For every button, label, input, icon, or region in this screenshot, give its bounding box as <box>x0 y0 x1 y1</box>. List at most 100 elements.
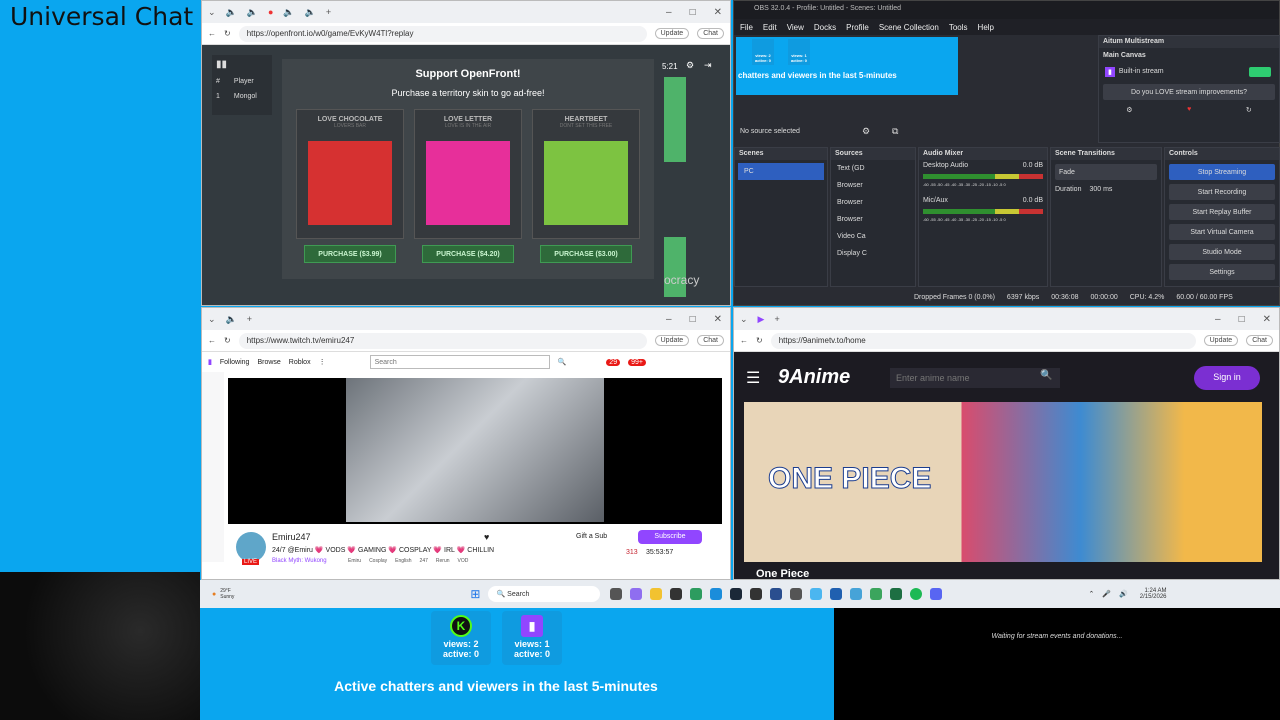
twitch-search-input[interactable] <box>369 355 550 369</box>
minimize-icon[interactable]: – <box>666 314 672 325</box>
source-item[interactable]: Browser <box>831 211 915 228</box>
studio-mode-button[interactable]: Studio Mode <box>1169 244 1275 260</box>
update-button[interactable]: Update <box>654 28 690 39</box>
exit-icon[interactable]: ⇥ <box>704 60 712 71</box>
volume-icon[interactable]: 🔊 <box>1119 590 1128 598</box>
gift-sub-button[interactable]: Gift a Sub <box>576 533 607 540</box>
app-icon[interactable] <box>850 588 863 600</box>
search-icon[interactable]: 🔍 <box>558 358 567 366</box>
reload-icon[interactable]: ↻ <box>224 29 231 38</box>
audio-tab-icon[interactable]: 🔈 <box>247 7 258 18</box>
close-icon[interactable]: ✕ <box>1263 314 1271 325</box>
source-filters-icon[interactable]: ⧉ <box>892 126 898 137</box>
menu-edit[interactable]: Edit <box>763 23 777 32</box>
source-item[interactable]: Display C <box>831 245 915 262</box>
refresh-icon[interactable]: ↻ <box>1246 106 1252 114</box>
settings-icon[interactable]: ⚙ <box>686 60 694 71</box>
chat-button[interactable]: Chat <box>697 28 724 39</box>
hamburger-menu-icon[interactable]: ☰ <box>746 368 760 388</box>
audio-tab-icon[interactable]: 🔈 <box>283 7 294 18</box>
edge-icon[interactable] <box>710 588 723 600</box>
sign-in-button[interactable]: Sign in <box>1194 366 1260 390</box>
maximize-icon[interactable]: □ <box>690 7 696 18</box>
twitch-logo-icon[interactable]: ▮ <box>208 358 212 366</box>
update-button[interactable]: Update <box>1203 335 1239 346</box>
tag[interactable]: Rerun <box>436 558 450 564</box>
search-icon[interactable]: 🔍 <box>1040 370 1052 381</box>
clock-date[interactable]: 2/15/2026 <box>1140 594 1167 600</box>
settings-icon[interactable]: ⚙ <box>1126 106 1132 114</box>
source-item[interactable]: Browser <box>831 177 915 194</box>
virtual-camera-button[interactable]: Start Virtual Camera <box>1169 224 1275 240</box>
hero-banner[interactable]: ONE PIECE <box>744 402 1262 562</box>
back-icon[interactable]: ← <box>740 336 748 345</box>
tray-chevron-icon[interactable]: ⌃ <box>1088 590 1094 598</box>
new-tab-button[interactable]: + <box>326 7 331 17</box>
tag[interactable]: VOD <box>458 558 469 564</box>
app-icon[interactable] <box>690 588 703 600</box>
tag[interactable]: 247 <box>420 558 428 564</box>
app-icon[interactable] <box>810 588 823 600</box>
transition-select[interactable]: Fade <box>1055 164 1157 180</box>
app-icon[interactable] <box>790 588 803 600</box>
reload-icon[interactable]: ↻ <box>224 336 231 345</box>
notification-badge[interactable]: 29 <box>606 358 621 366</box>
source-item[interactable]: Browser <box>831 194 915 211</box>
menu-profile[interactable]: Profile <box>846 23 869 32</box>
source-item[interactable]: Video Ca <box>831 228 915 245</box>
purchase-button[interactable]: PURCHASE ($4.20) <box>422 245 514 263</box>
more-icon[interactable]: ⋮ <box>319 358 326 366</box>
tab-menu-icon[interactable]: ⌄ <box>208 7 216 18</box>
stop-streaming-button[interactable]: Stop Streaming <box>1169 164 1275 180</box>
stream-toggle[interactable] <box>1249 66 1271 77</box>
audio-tab-icon[interactable]: 🔈 <box>305 7 316 18</box>
reload-icon[interactable]: ↻ <box>756 336 763 345</box>
start-icon[interactable]: ⊞ <box>470 587 480 601</box>
duration-field[interactable]: 300 ms <box>1089 186 1112 193</box>
video-player[interactable] <box>228 378 722 524</box>
spotify-icon[interactable] <box>910 588 923 600</box>
replay-buffer-button[interactable]: Start Replay Buffer <box>1169 204 1275 220</box>
url-field[interactable]: https://9animetv.to/home <box>770 332 1196 349</box>
back-icon[interactable]: ← <box>208 336 216 345</box>
maximize-icon[interactable]: □ <box>690 314 696 325</box>
tag[interactable]: Emiru <box>348 558 361 564</box>
maximize-icon[interactable]: □ <box>1239 314 1245 325</box>
site-logo[interactable]: 9Anime <box>778 366 850 389</box>
steam-icon[interactable] <box>730 588 743 600</box>
tag[interactable]: Cosplay <box>369 558 387 564</box>
menu-tools[interactable]: Tools <box>949 23 968 32</box>
minimize-icon[interactable]: – <box>1215 314 1221 325</box>
explorer-icon[interactable] <box>650 588 663 600</box>
audio-tab-icon[interactable]: 🔈 <box>226 7 237 18</box>
menu-docks[interactable]: Docks <box>814 23 836 32</box>
chat-button[interactable]: Chat <box>697 335 724 346</box>
update-button[interactable]: Update <box>654 335 690 346</box>
settings-button[interactable]: Settings <box>1169 264 1275 280</box>
menu-file[interactable]: File <box>740 23 753 32</box>
app-icon[interactable] <box>830 588 843 600</box>
new-tab-button[interactable]: + <box>247 314 252 324</box>
tag[interactable]: English <box>395 558 411 564</box>
weather-icon[interactable]: ● <box>212 591 216 598</box>
anime-search-input[interactable] <box>890 368 1060 388</box>
minimize-icon[interactable]: – <box>666 7 672 18</box>
show-title[interactable]: One Piece <box>756 568 809 579</box>
subscribe-button[interactable]: Subscribe <box>638 530 702 544</box>
url-field[interactable]: https://www.twitch.tv/emiru247 <box>238 332 647 349</box>
app-icon[interactable] <box>770 588 783 600</box>
nav-following[interactable]: Following <box>220 359 250 366</box>
menu-scene-collection[interactable]: Scene Collection <box>879 23 939 32</box>
menu-view[interactable]: View <box>787 23 804 32</box>
app-icon[interactable] <box>670 588 683 600</box>
source-properties-icon[interactable]: ⚙ <box>862 126 870 137</box>
app-icon[interactable] <box>870 588 883 600</box>
purchase-button[interactable]: PURCHASE ($3.00) <box>540 245 632 263</box>
task-view-icon[interactable] <box>610 588 623 600</box>
menu-help[interactable]: Help <box>978 23 994 32</box>
game-link[interactable]: Black Myth: Wukong <box>272 558 327 564</box>
purchase-button[interactable]: PURCHASE ($3.99) <box>304 245 396 263</box>
record-tab-icon[interactable]: ● <box>268 7 273 17</box>
url-field[interactable]: https://openfront.io/w0/game/EvKyW4Tl?re… <box>238 25 647 42</box>
tab-menu-icon[interactable]: ⌄ <box>740 314 748 325</box>
